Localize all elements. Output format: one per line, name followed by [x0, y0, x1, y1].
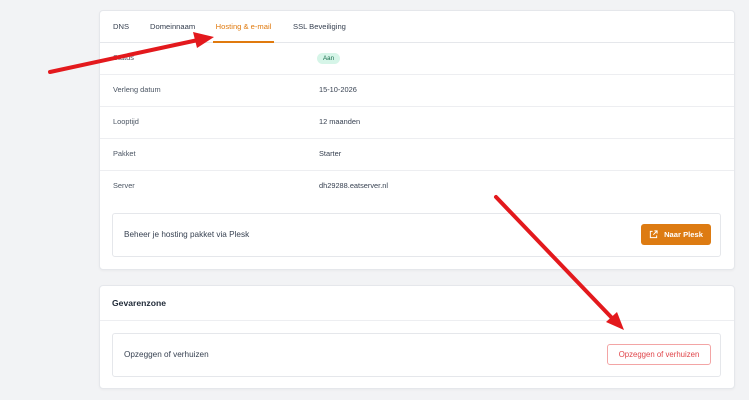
status-badge: Aan [317, 53, 341, 64]
detail-row-status: Status Aan [100, 42, 734, 75]
detail-row-verleng-datum: Verleng datum 15-10-2026 [100, 74, 734, 107]
tab-domeinnaam[interactable]: Domeinnaam [150, 11, 195, 42]
external-link-icon [649, 230, 658, 239]
detail-row-pakket: Pakket Starter [100, 138, 734, 171]
cancel-description: Opzeggen of verhuizen [124, 350, 209, 359]
tab-dns[interactable]: DNS [113, 11, 129, 42]
row-label: Verleng datum [113, 85, 161, 94]
tab-bar: DNS Domeinnaam Hosting & e-mail SSL Beve… [100, 11, 734, 43]
tab-ssl-beveiliging[interactable]: SSL Beveiliging [293, 11, 346, 42]
row-label: Server [113, 181, 135, 190]
hosting-card: DNS Domeinnaam Hosting & e-mail SSL Beve… [99, 10, 735, 270]
row-value: dh29288.eatserver.nl [319, 181, 389, 190]
status-label: Status [113, 53, 134, 62]
opzeggen-verhuizen-button[interactable]: Opzeggen of verhuizen [607, 344, 711, 365]
tab-hosting-email[interactable]: Hosting & e-mail [213, 11, 274, 43]
detail-row-server: Server dh29288.eatserver.nl [100, 170, 734, 202]
divider [100, 320, 734, 321]
cancel-panel: Opzeggen of verhuizen Opzeggen of verhui… [112, 333, 721, 377]
row-value: Starter [319, 149, 342, 158]
plesk-panel: Beheer je hosting pakket via Plesk Naar … [112, 213, 721, 257]
danger-zone-card: Gevarenzone Opzeggen of verhuizen Opzegg… [99, 285, 735, 389]
row-label: Looptijd [113, 117, 139, 126]
naar-plesk-label: Naar Plesk [664, 230, 703, 239]
plesk-description: Beheer je hosting pakket via Plesk [124, 230, 250, 239]
tab-hosting-email-label: Hosting & e-mail [215, 22, 272, 31]
row-value: 15-10-2026 [319, 85, 357, 94]
row-label: Pakket [113, 149, 136, 158]
danger-zone-title: Gevarenzone [112, 298, 166, 308]
row-value: 12 maanden [319, 117, 361, 126]
detail-row-looptijd: Looptijd 12 maanden [100, 106, 734, 139]
naar-plesk-button[interactable]: Naar Plesk [641, 224, 711, 245]
